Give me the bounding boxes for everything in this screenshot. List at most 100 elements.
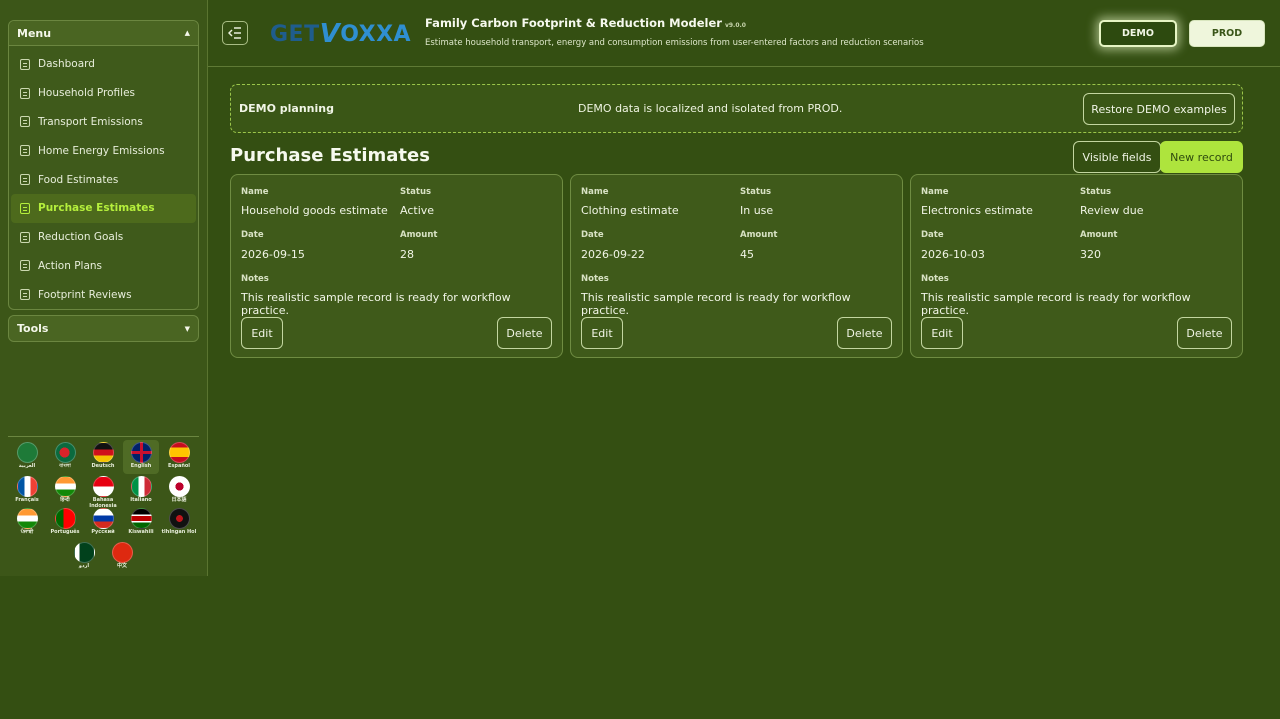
field-label-status: Status [1080, 187, 1112, 197]
record-name: Clothing estimate [581, 204, 679, 217]
spain-flag-icon [168, 442, 190, 463]
lang-label: Español [167, 463, 191, 469]
lang-espanol[interactable]: Español [161, 440, 197, 474]
lang-label: Português [50, 529, 80, 535]
sidebar-item-purchase-estimates[interactable]: Purchase Estimates [11, 193, 196, 223]
lang-label: tlhIngan Hol [161, 529, 197, 535]
delete-button[interactable]: Delete [1177, 317, 1232, 349]
sidebar-item-home-energy-emissions[interactable]: Home Energy Emissions [11, 136, 196, 165]
delete-button[interactable]: Delete [837, 317, 892, 349]
lang-hindi[interactable]: हिन्दी [47, 474, 83, 508]
record-amount: 45 [740, 248, 754, 261]
field-label-name: Name [921, 187, 949, 197]
tools-toggle[interactable]: Tools ▼ [9, 316, 198, 341]
menu-title: Menu [17, 26, 52, 40]
sidebar-item-dashboard[interactable]: Dashboard [11, 50, 196, 79]
menu-toggle[interactable]: Menu ▲ [9, 21, 198, 46]
lang-label: हिन्दी [60, 497, 70, 503]
logo-text: V [319, 19, 341, 49]
lang-deutsch[interactable]: Deutsch [85, 440, 121, 474]
sidebar-item-transport-emissions[interactable]: Transport Emissions [11, 108, 196, 137]
lang-klingon[interactable]: tlhIngan Hol [161, 506, 197, 540]
list-icon [20, 289, 30, 301]
lang-italiano[interactable]: Italiano [123, 474, 159, 508]
list-icon [20, 260, 30, 272]
field-label-amount: Amount [400, 230, 438, 240]
lang-indonesian[interactable]: Bahasa Indonesia [85, 474, 121, 508]
sidebar-item-label: Household Profiles [38, 87, 136, 100]
china-flag-icon [111, 542, 133, 563]
edit-button[interactable]: Edit [921, 317, 963, 349]
sidebar-item-label: Purchase Estimates [38, 202, 155, 215]
banner-message: DEMO data is localized and isolated from… [578, 102, 843, 115]
edit-button[interactable]: Edit [581, 317, 623, 349]
lang-kiswahili[interactable]: Kiswahili [123, 506, 159, 540]
lang-francais[interactable]: Français [9, 474, 45, 508]
visible-fields-button[interactable]: Visible fields [1073, 141, 1161, 173]
lang-label: 日本語 [171, 497, 187, 503]
lang-bangla[interactable]: বাংলা [47, 440, 83, 474]
field-label-amount: Amount [740, 230, 778, 240]
italy-flag-icon [130, 476, 152, 497]
record-status: Active [400, 204, 435, 217]
field-label-notes: Notes [921, 274, 949, 284]
uk-flag-icon [130, 442, 152, 463]
france-flag-icon [16, 476, 38, 497]
demo-banner: DEMO planning DEMO data is localized and… [230, 84, 1243, 133]
lang-japanese[interactable]: 日本語 [161, 474, 197, 508]
sidebar-item-food-estimates[interactable]: Food Estimates [11, 165, 196, 194]
header: GET V OXXA Family Carbon Footprint & Reduc… [208, 0, 1280, 67]
lang-portugues[interactable]: Português [47, 506, 83, 540]
russia-flag-icon [92, 508, 114, 529]
chevron-up-icon: ▲ [184, 29, 190, 37]
record-notes: This realistic sample record is ready fo… [241, 291, 511, 317]
restore-demo-button[interactable]: Restore DEMO examples [1083, 93, 1235, 125]
new-record-button[interactable]: New record [1160, 141, 1243, 173]
sidebar-item-household-profiles[interactable]: Household Profiles [11, 79, 196, 108]
record-name: Electronics estimate [921, 204, 1033, 217]
record-status: In use [740, 204, 774, 217]
india-flag-icon [16, 508, 38, 529]
record-notes: This realistic sample record is ready fo… [921, 291, 1191, 317]
sidebar-item-label: Reduction Goals [38, 231, 124, 244]
field-label-name: Name [581, 187, 609, 197]
record-status: Review due [1080, 204, 1144, 217]
lang-urdu[interactable]: اردو [66, 540, 102, 574]
list-icon [20, 174, 30, 186]
lang-chinese[interactable]: 中文 [104, 540, 140, 574]
record-amount: 320 [1080, 248, 1101, 261]
germany-flag-icon [92, 442, 114, 463]
delete-button[interactable]: Delete [497, 317, 552, 349]
lang-label: ਪੰਜਾਬੀ [20, 529, 34, 535]
collapse-sidebar-button[interactable] [222, 21, 248, 45]
field-label-date: Date [921, 230, 944, 240]
sidebar-item-reduction-goals[interactable]: Reduction Goals [11, 223, 196, 252]
lang-russian[interactable]: Русский [85, 506, 121, 540]
record-card: Name Status Electronics estimate Review … [910, 174, 1243, 358]
sidebar-item-label: Home Energy Emissions [38, 144, 165, 157]
list-icon [20, 145, 30, 157]
demo-button[interactable]: DEMO [1099, 20, 1177, 47]
divider [8, 436, 199, 437]
klingon-emblem-icon [168, 508, 190, 529]
page-title: Purchase Estimates [230, 145, 430, 166]
field-label-notes: Notes [581, 274, 609, 284]
list-icon [20, 87, 30, 99]
edit-button[interactable]: Edit [241, 317, 283, 349]
app-title: Family Carbon Footprint & Reduction Mode… [425, 16, 746, 30]
lang-label: اردو [78, 563, 90, 569]
field-label-name: Name [241, 187, 269, 197]
sidebar-item-action-plans[interactable]: Action Plans [11, 252, 196, 281]
field-label-amount: Amount [1080, 230, 1118, 240]
tools-panel[interactable]: Tools ▼ [8, 315, 199, 342]
lang-arabic[interactable]: العربية [9, 440, 45, 474]
sidebar-item-footprint-reviews[interactable]: Footprint Reviews [11, 280, 196, 309]
lang-english[interactable]: English [123, 440, 159, 474]
kenya-flag-icon [130, 508, 152, 529]
sidebar: Menu ▲ Dashboard Household Profiles Tran… [0, 0, 208, 576]
field-label-status: Status [400, 187, 432, 197]
prod-button[interactable]: PROD [1189, 20, 1265, 47]
record-date: 2026-10-03 [921, 248, 985, 261]
lang-punjabi[interactable]: ਪੰਜਾਬੀ [9, 506, 45, 540]
lang-label: Deutsch [91, 463, 115, 469]
